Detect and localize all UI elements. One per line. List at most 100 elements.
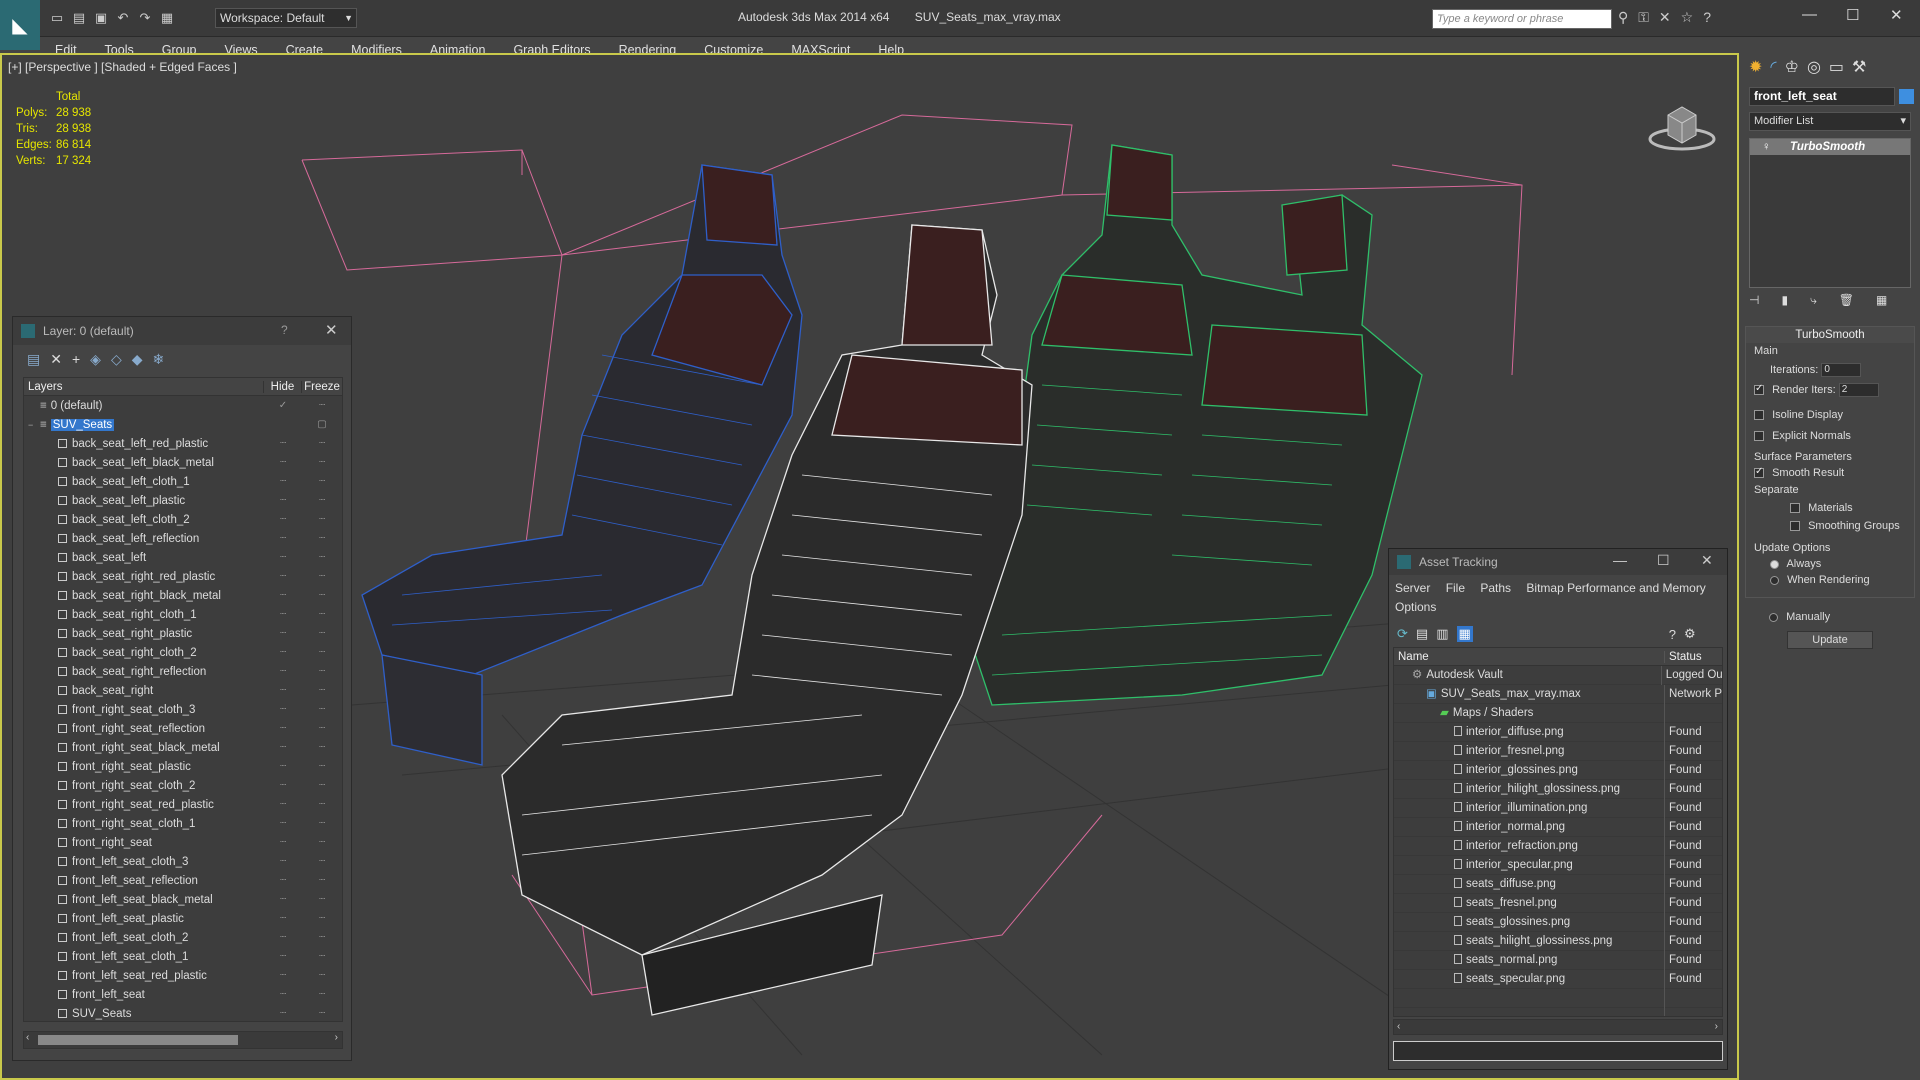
asset-row[interactable]: seats_glossines.png Found	[1394, 912, 1722, 932]
scroll-thumb[interactable]	[38, 1035, 238, 1045]
freeze-toggle[interactable]: ┈	[302, 799, 342, 810]
hide-toggle[interactable]: ┈	[264, 476, 302, 487]
freeze-toggle[interactable]: ┈	[302, 571, 342, 582]
modify-tab-icon[interactable]: ◜	[1770, 57, 1776, 79]
menu-bitmap-performance[interactable]: Bitmap Performance and Memory	[1526, 581, 1705, 595]
make-unique-icon[interactable]: ⤷	[1810, 293, 1817, 308]
object-row[interactable]: front_left_seat_plastic ┈ ┈	[24, 909, 342, 928]
hide-toggle[interactable]: ┈	[264, 495, 302, 506]
object-row[interactable]: back_seat_right ┈ ┈	[24, 681, 342, 700]
hide-toggle[interactable]: ┈	[264, 913, 302, 924]
scroll-right-icon[interactable]: ›	[1715, 1020, 1718, 1034]
viewcube[interactable]	[1646, 95, 1718, 155]
save-icon[interactable]: ▣	[92, 9, 110, 27]
freeze-toggle[interactable]: ┈	[302, 837, 342, 848]
object-color-swatch[interactable]	[1899, 89, 1914, 104]
update-button[interactable]: Update	[1787, 631, 1873, 649]
hide-toggle[interactable]: ┈	[264, 837, 302, 848]
asset-row[interactable]: interior_illumination.png Found	[1394, 798, 1722, 818]
freeze-toggle[interactable]: ┈	[302, 685, 342, 696]
object-row[interactable]: back_seat_right_cloth_1 ┈ ┈	[24, 605, 342, 624]
freeze-toggle[interactable]: ┈	[302, 628, 342, 639]
object-row[interactable]: SUV_Seats ┈ ┈	[24, 1004, 342, 1023]
exchange-icon[interactable]: ✕	[1659, 9, 1671, 26]
hide-toggle[interactable]: ┈	[264, 685, 302, 696]
object-row[interactable]: back_seat_left_cloth_1 ┈ ┈	[24, 472, 342, 491]
hide-toggle[interactable]: ┈	[264, 1008, 302, 1019]
hide-toggle[interactable]: ✓	[264, 400, 302, 411]
object-row[interactable]: front_left_seat_red_plastic ┈ ┈	[24, 966, 342, 985]
maximize-icon[interactable]: ☐	[1657, 552, 1670, 569]
object-row[interactable]: back_seat_left_cloth_2 ┈ ┈	[24, 510, 342, 529]
column-status[interactable]: Status	[1665, 651, 1702, 663]
asset-horizontal-scrollbar[interactable]: ‹ ›	[1393, 1019, 1723, 1035]
hide-toggle[interactable]: ┈	[264, 666, 302, 677]
hide-toggle[interactable]: ┈	[264, 742, 302, 753]
hierarchy-tab-icon[interactable]: ♔	[1785, 57, 1799, 79]
asset-row[interactable]: interior_hilight_glossiness.png Found	[1394, 779, 1722, 799]
asset-row[interactable]: interior_refraction.png Found	[1394, 836, 1722, 856]
object-row[interactable]: back_seat_left_red_plastic ┈ ┈	[24, 434, 342, 453]
asset-tracking-titlebar[interactable]: Asset Tracking — ☐ ✕	[1389, 549, 1727, 575]
always-radio[interactable]	[1770, 559, 1779, 569]
light-bulb-icon[interactable]: ♀	[1762, 139, 1771, 155]
freeze-toggle[interactable]: ┈	[302, 856, 342, 867]
expand-toggle-icon[interactable]: −	[28, 420, 40, 430]
freeze-toggle[interactable]: ┈	[302, 533, 342, 544]
list-view-icon[interactable]: ▤	[1416, 626, 1428, 642]
menu-server[interactable]: Server	[1395, 581, 1430, 595]
display-tab-icon[interactable]: ▭	[1829, 57, 1844, 79]
object-row[interactable]: front_right_seat_cloth_3 ┈ ┈	[24, 700, 342, 719]
create-tab-icon[interactable]: ✹	[1749, 57, 1762, 79]
freeze-toggle[interactable]: ┈	[302, 780, 342, 791]
freeze-toggle[interactable]: ┈	[302, 514, 342, 525]
hide-all-icon[interactable]: ◆	[132, 351, 143, 368]
freeze-toggle[interactable]: ┈	[302, 894, 342, 905]
column-layers[interactable]: Layers	[24, 380, 264, 393]
object-row[interactable]: front_left_seat_cloth_2 ┈ ┈	[24, 928, 342, 947]
object-row[interactable]: front_left_seat_cloth_3 ┈ ┈	[24, 852, 342, 871]
freeze-toggle[interactable]: ┈	[302, 761, 342, 772]
object-row[interactable]: back_seat_left_reflection ┈ ┈	[24, 529, 342, 548]
hide-toggle[interactable]: ┈	[264, 457, 302, 468]
scroll-left-icon[interactable]: ‹	[1397, 1020, 1400, 1034]
object-row[interactable]: front_right_seat_reflection ┈ ┈	[24, 719, 342, 738]
redo-icon[interactable]: ↷	[136, 9, 154, 27]
scroll-right-icon[interactable]: ›	[335, 1032, 338, 1043]
column-freeze[interactable]: Freeze	[302, 381, 342, 393]
freeze-toggle[interactable]: ┈	[302, 590, 342, 601]
utilities-tab-icon[interactable]: ⚒	[1852, 57, 1866, 79]
layer-window-titlebar[interactable]: Layer: 0 (default) ? ✕	[13, 317, 351, 345]
scroll-left-icon[interactable]: ‹	[26, 1032, 29, 1043]
freeze-toggle[interactable]: ┈	[302, 438, 342, 449]
delete-layer-icon[interactable]: ✕	[50, 351, 62, 368]
object-row[interactable]: front_left_seat ┈ ┈	[24, 985, 342, 1004]
asset-row[interactable]: seats_normal.png Found	[1394, 950, 1722, 970]
smooth-result-checkbox[interactable]	[1754, 466, 1764, 479]
asset-row[interactable]: seats_specular.png Found	[1394, 969, 1722, 989]
object-row[interactable]: front_right_seat_plastic ┈ ┈	[24, 757, 342, 776]
asset-row[interactable]: interior_glossines.png Found	[1394, 760, 1722, 780]
help-icon[interactable]: ?	[1669, 627, 1676, 642]
select-objects-icon[interactable]: ◈	[90, 351, 101, 368]
thumbnail-view-icon[interactable]: ▥	[1436, 626, 1448, 642]
object-row[interactable]: front_left_seat_cloth_1 ┈ ┈	[24, 947, 342, 966]
workspace-dropdown[interactable]: Workspace: Default ▼	[215, 8, 357, 28]
open-file-icon[interactable]: ▤	[70, 9, 88, 27]
freeze-toggle[interactable]: ┈	[302, 457, 342, 468]
column-name[interactable]: Name	[1394, 650, 1665, 663]
hide-toggle[interactable]: ┈	[264, 628, 302, 639]
hide-toggle[interactable]: ┈	[264, 590, 302, 601]
object-row[interactable]: front_right_seat ┈ ┈	[24, 833, 342, 852]
asset-row[interactable]: ▣ SUV_Seats_max_vray.max Network P	[1394, 684, 1722, 704]
minimize-icon[interactable]: —	[1613, 552, 1627, 568]
freeze-toggle[interactable]: ┈	[302, 495, 342, 506]
help-icon[interactable]: ?	[1703, 9, 1711, 26]
iterations-spinner[interactable]: 0	[1821, 363, 1862, 377]
hide-toggle[interactable]: ┈	[264, 780, 302, 791]
object-row[interactable]: front_right_seat_cloth_2 ┈ ┈	[24, 776, 342, 795]
manually-radio[interactable]	[1769, 612, 1778, 622]
freeze-all-icon[interactable]: ❄	[153, 351, 165, 368]
configure-sets-icon[interactable]: ▦	[1876, 293, 1887, 308]
asset-row[interactable]: seats_hilight_glossiness.png Found	[1394, 931, 1722, 951]
